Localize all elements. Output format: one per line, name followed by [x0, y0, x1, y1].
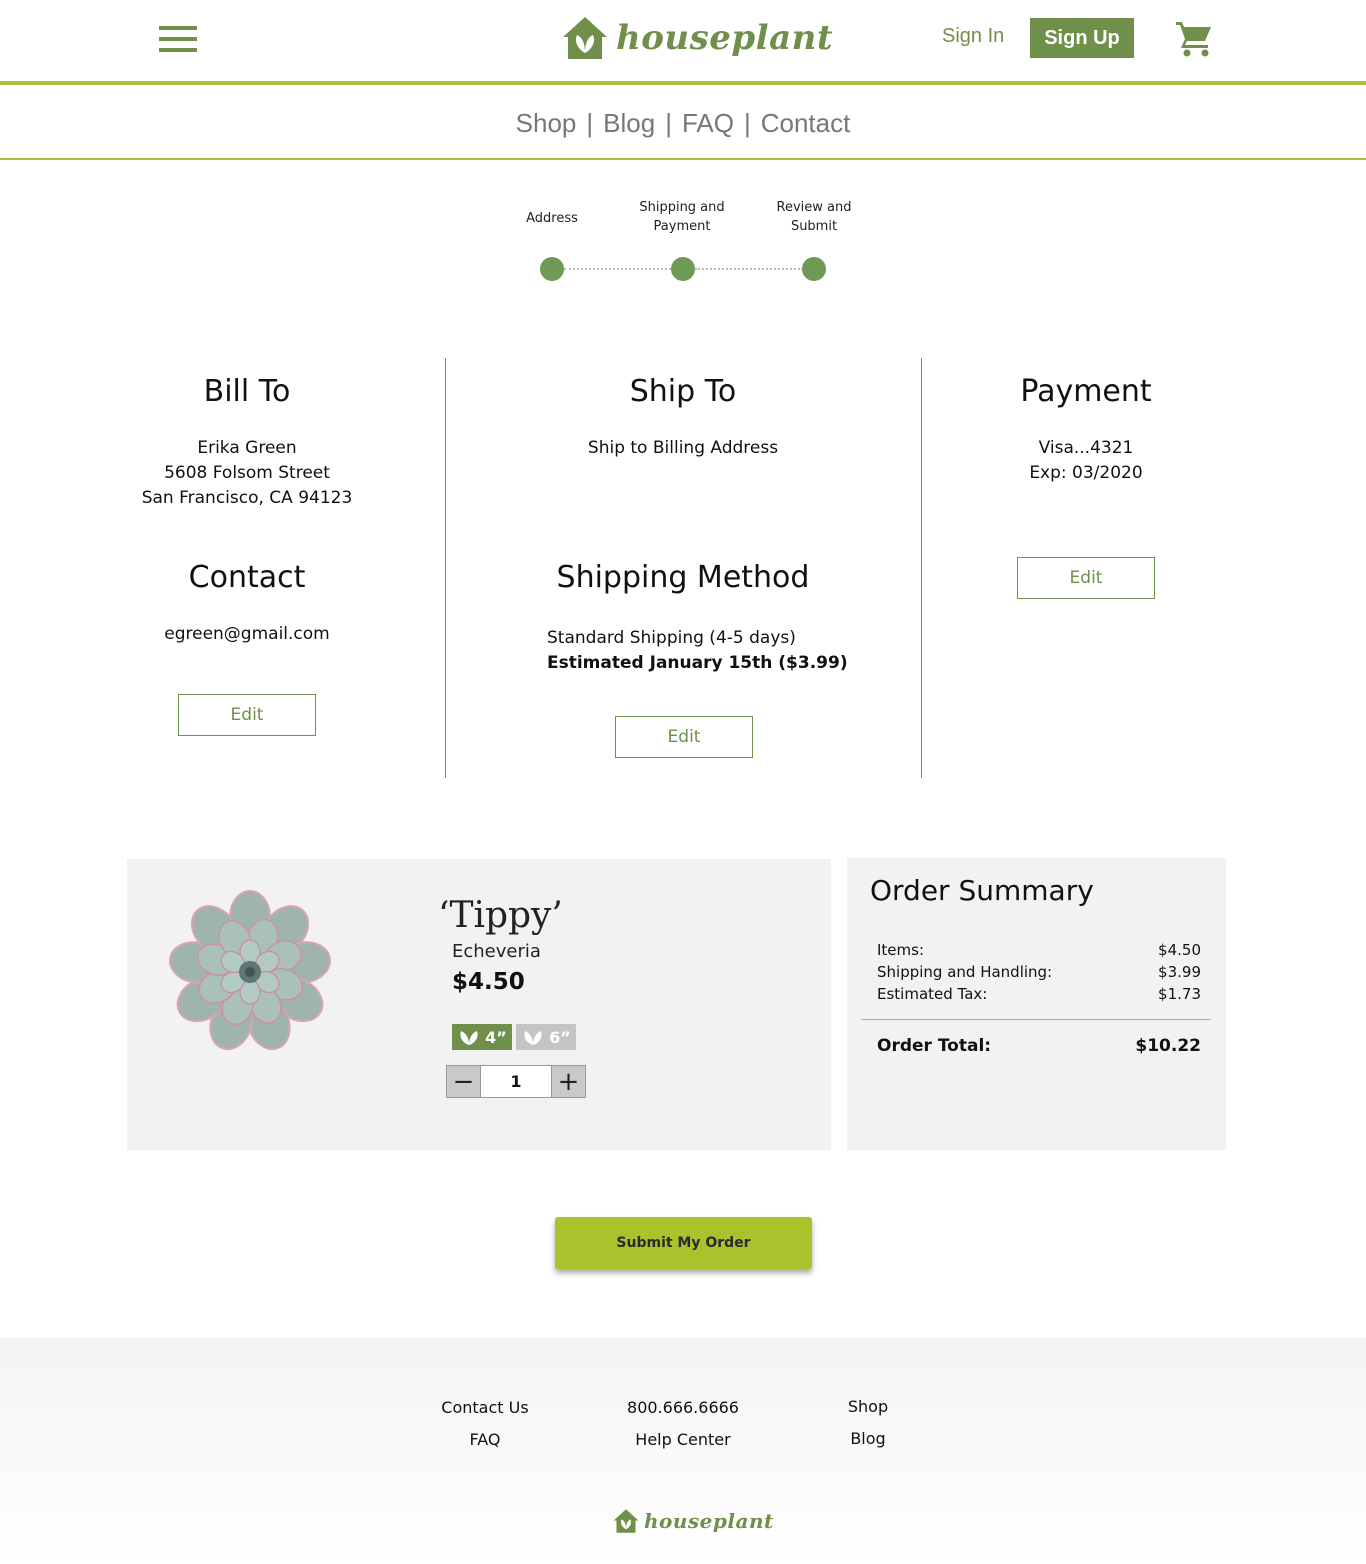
product-type: Echeveria	[452, 941, 541, 962]
shipping-method-name: Standard Shipping (4-5 days)	[547, 628, 796, 648]
bill-to-address: Erika Green 5608 Folsom Street San Franc…	[87, 436, 407, 511]
order-summary-title: Order Summary	[870, 874, 1094, 907]
payment-details: Visa...4321 Exp: 03/2020	[926, 436, 1246, 486]
leaf-icon	[460, 1031, 478, 1045]
contact-email: egreen@gmail.com	[164, 624, 330, 644]
quantity-decrease-button[interactable]: −	[447, 1066, 480, 1097]
bill-to-name: Erika Green	[197, 438, 297, 458]
step-dot-shipping-payment[interactable]	[671, 257, 695, 281]
site-header: houseplant Sign In Sign Up	[0, 0, 1366, 85]
shipping-method-details: Standard Shipping (4-5 days) Estimated J…	[547, 626, 848, 676]
order-total-row: Order Total: $10.22	[877, 1036, 1201, 1056]
order-summary-panel: Order Summary Items: $4.50 Shipping and …	[847, 858, 1226, 1150]
shipping-method-heading: Shipping Method	[556, 560, 810, 595]
step-dot-review-submit[interactable]	[802, 257, 826, 281]
bill-to-city: San Francisco, CA 94123	[141, 488, 353, 508]
site-logo[interactable]: houseplant	[560, 12, 833, 64]
order-total-value: $10.22	[1135, 1036, 1201, 1056]
quantity-input[interactable]	[480, 1066, 552, 1097]
footer-phone-link[interactable]: 800.666.6666	[603, 1398, 763, 1417]
ship-to-text: Ship to Billing Address	[587, 438, 779, 458]
quantity-stepper: − +	[446, 1065, 586, 1098]
shopping-cart-icon[interactable]	[1174, 19, 1214, 57]
payment-heading: Payment	[1020, 374, 1152, 409]
step-connector	[695, 268, 803, 270]
footer-help-center-link[interactable]: Help Center	[603, 1430, 763, 1449]
summary-row-items: Items: $4.50	[877, 941, 1201, 959]
footer-blog-link[interactable]: Blog	[788, 1429, 948, 1448]
site-footer: Contact Us FAQ 800.666.6666 Help Center …	[0, 1338, 1366, 1564]
step-dot-address[interactable]	[540, 257, 564, 281]
ship-to-heading: Ship To	[629, 374, 737, 409]
column-divider	[445, 358, 446, 778]
cart-item-card: ‘Tippy’ Echeveria $4.50 4” 6” − +	[127, 859, 831, 1150]
nav-blog[interactable]: Blog	[603, 108, 655, 139]
payment-expiry: Exp: 03/2020	[1029, 463, 1143, 483]
house-leaf-logo-icon	[563, 17, 607, 59]
submit-order-button[interactable]: Submit My Order	[555, 1217, 812, 1269]
footer-faq-link[interactable]: FAQ	[405, 1430, 565, 1449]
nav-shop[interactable]: Shop	[516, 108, 577, 139]
step-connector	[564, 268, 671, 270]
payment-card: Visa...4321	[1038, 438, 1134, 458]
nav-separator: |	[743, 108, 751, 138]
nav-faq[interactable]: FAQ	[682, 108, 734, 139]
bill-to-heading: Bill To	[203, 374, 291, 409]
footer-logo[interactable]: houseplant	[612, 1508, 774, 1534]
column-divider	[921, 358, 922, 778]
step-label-address: Address	[526, 211, 578, 226]
house-leaf-logo-icon	[613, 1509, 639, 1533]
footer-shop-link[interactable]: Shop	[788, 1397, 948, 1416]
summary-row-tax: Estimated Tax: $1.73	[877, 985, 1201, 1003]
footer-logo-text: houseplant	[644, 1509, 774, 1533]
size-option-4in[interactable]: 4”	[452, 1024, 512, 1050]
summary-row-shipping: Shipping and Handling: $3.99	[877, 963, 1201, 981]
shipping-estimate: Estimated January 15th ($3.99)	[547, 653, 848, 673]
edit-payment-button[interactable]: Edit	[1017, 557, 1155, 599]
summary-divider	[861, 1019, 1211, 1020]
product-name: ‘Tippy’	[438, 895, 563, 936]
main-nav: Shop | Blog | FAQ | Contact	[0, 89, 1366, 160]
nav-contact[interactable]: Contact	[761, 108, 851, 139]
edit-shipping-button[interactable]: Edit	[615, 716, 753, 758]
nav-separator: |	[665, 108, 672, 138]
contact-heading: Contact	[188, 560, 306, 595]
step-label-review-submit: Review and Submit	[776, 200, 852, 234]
bill-to-street: 5608 Folsom Street	[164, 463, 330, 483]
step-label-shipping-payment: Shipping and Payment	[639, 200, 725, 234]
order-total-label: Order Total:	[877, 1036, 992, 1056]
leaf-icon	[524, 1031, 542, 1045]
succulent-plant-image	[168, 890, 332, 1051]
quantity-increase-button[interactable]: +	[552, 1066, 585, 1097]
logo-text: houseplant	[616, 18, 834, 58]
sign-in-link[interactable]: Sign In	[942, 25, 1004, 48]
footer-contact-us-link[interactable]: Contact Us	[405, 1398, 565, 1417]
product-price: $4.50	[452, 969, 525, 995]
sign-up-button[interactable]: Sign Up	[1030, 18, 1134, 58]
edit-contact-button[interactable]: Edit	[178, 694, 316, 736]
nav-separator: |	[586, 108, 594, 138]
size-option-6in[interactable]: 6”	[516, 1024, 576, 1050]
menu-icon[interactable]	[159, 26, 197, 53]
